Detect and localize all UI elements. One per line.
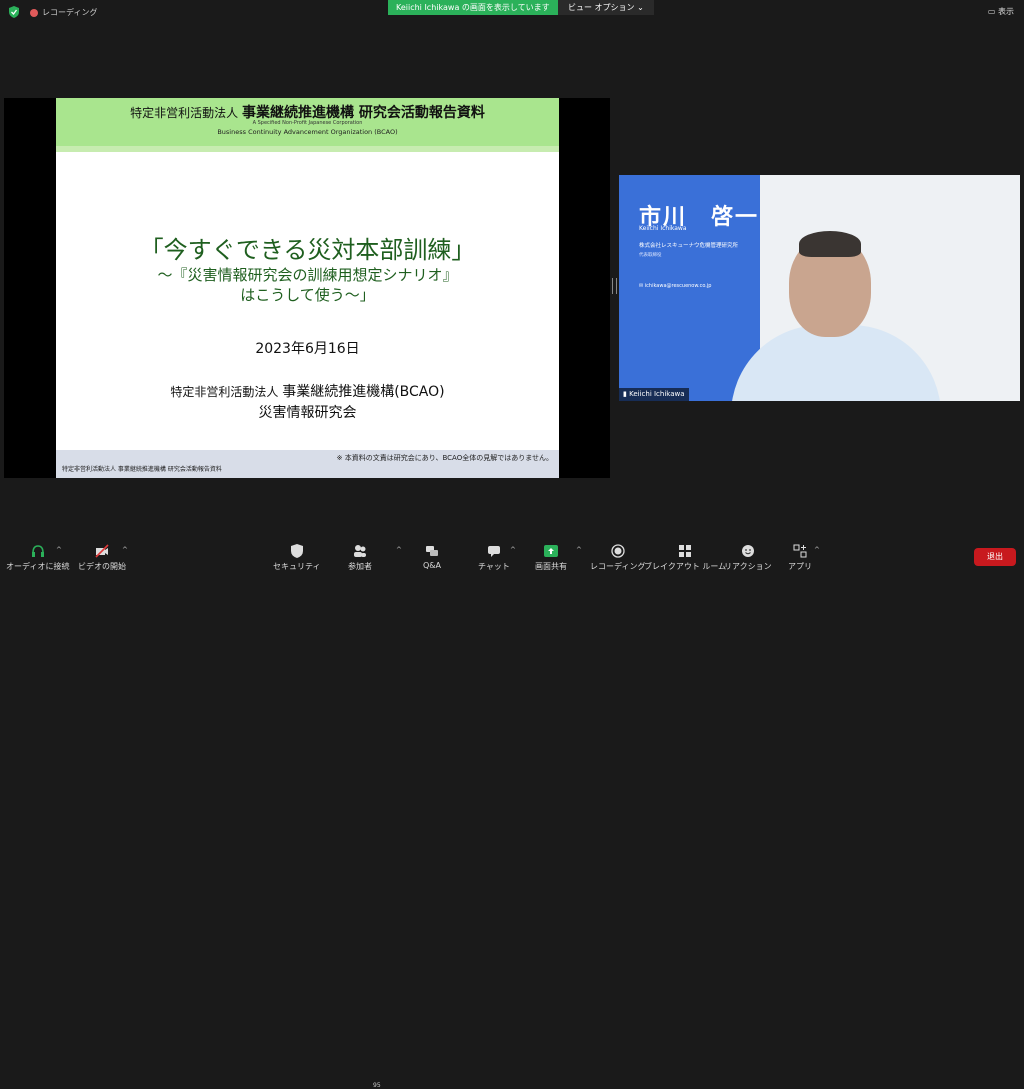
- bg-name-roman: Keiichi Ichikawa: [639, 225, 687, 232]
- reactions-button[interactable]: リアクション: [724, 544, 772, 572]
- apps-button[interactable]: アプリ: [788, 544, 812, 572]
- security-button[interactable]: セキュリティ: [273, 544, 321, 572]
- display-label: 表示: [998, 7, 1014, 16]
- qa-icon: [426, 546, 438, 556]
- footer-left: 特定非営利活動法人 事業継続推進機構 研究会活動報告資料: [62, 466, 222, 473]
- display-button[interactable]: ▭ 表示: [988, 6, 1014, 17]
- slide-title: 「今すぐできる災対本部訓練」: [139, 236, 476, 264]
- top-bar: レコーディング Keiichi Ichikawa の画面を表示しています ビュー…: [0, 0, 1024, 26]
- org-type: 特定非営利活動法人: [170, 385, 279, 399]
- display-icon: ▭: [987, 7, 996, 16]
- security-icon: [290, 544, 303, 558]
- qa-button[interactable]: Q&A: [423, 544, 441, 570]
- participant-name: Keiichi Ichikawa: [629, 390, 685, 398]
- header-english-line1: A Specified Non-Profit Japanese Corporat…: [252, 120, 363, 126]
- reactions-label: リアクション: [724, 562, 772, 571]
- chat-label: チャット: [478, 562, 510, 571]
- slide-organization: 特定非営利活動法人 事業継続推進機構(BCAO): [56, 381, 559, 401]
- recording-label: レコーディング: [42, 8, 98, 17]
- security-shield-icon: [9, 6, 19, 18]
- recording-indicator[interactable]: レコーディング: [30, 7, 97, 18]
- participants-button[interactable]: 参加者: [348, 544, 372, 572]
- shared-screen: 特定非営利活動法人 事業継続推進機構 研究会活動報告資料 A Specified…: [4, 98, 610, 478]
- share-screen-label: 画面共有: [535, 562, 567, 571]
- view-options-label: ビュー オプション: [568, 3, 635, 12]
- slide-subtitle-2: はこうして使う～」: [240, 286, 375, 304]
- view-options-button[interactable]: ビュー オプション ⌄: [558, 0, 654, 15]
- participant-nametag: ▮ Keiichi Ichikawa: [619, 388, 689, 401]
- bg-company: 株式会社レスキューナウ危機管理研究所: [639, 243, 739, 249]
- header-org-type: 特定非営利活動法人: [130, 106, 239, 120]
- audio-caret-icon[interactable]: ^: [56, 546, 62, 554]
- video-button[interactable]: ビデオの開始: [78, 544, 126, 572]
- bg-email: ✉ ichikawa@rescuenow.co.jp: [639, 283, 711, 289]
- record-label: レコーディング: [590, 562, 646, 571]
- chat-icon: [487, 546, 500, 557]
- record-icon: [611, 544, 625, 558]
- video-label: ビデオの開始: [78, 562, 126, 571]
- org-name: 事業継続推進機構(BCAO): [282, 384, 445, 400]
- breakout-label: ブレイクアウト ルーム: [644, 562, 727, 571]
- share-screen-button[interactable]: 画面共有: [535, 544, 567, 572]
- video-caret-icon[interactable]: ^: [122, 546, 128, 554]
- participants-icon: [354, 545, 366, 557]
- participant-video[interactable]: 市川 啓一 Keiichi Ichikawa 株式会社レスキューナウ危機管理研究…: [619, 175, 1020, 401]
- mail-icon: ✉: [639, 283, 644, 289]
- bg-role: 代表取締役: [639, 253, 662, 258]
- leave-button[interactable]: 退出: [974, 548, 1016, 566]
- chat-caret-icon[interactable]: ^: [510, 546, 516, 554]
- screen-share-banner: Keiichi Ichikawa の画面を表示しています: [388, 0, 558, 15]
- breakout-button[interactable]: ブレイクアウト ルーム: [644, 544, 726, 572]
- breakout-icon: [679, 545, 692, 557]
- share-caret-icon[interactable]: ^: [576, 546, 582, 554]
- slide-page: 特定非営利活動法人 事業継続推進機構 研究会活動報告資料 A Specified…: [56, 98, 559, 478]
- apps-label: アプリ: [788, 562, 812, 571]
- signal-icon: ▮: [623, 390, 627, 398]
- slide-subtitle-1: ～『災害情報研究会の訓練用想定シナリオ』: [157, 266, 458, 284]
- security-label: セキュリティ: [273, 562, 321, 571]
- footer-note: ※ 本資料の文責は研究会にあり、BCAO全体の見解ではありません。: [336, 454, 553, 462]
- reactions-icon: [741, 545, 754, 557]
- share-screen-icon: [544, 545, 558, 557]
- slide-header-title: 特定非営利活動法人 事業継続推進機構 研究会活動報告資料: [56, 102, 559, 122]
- recording-dot-icon: [30, 8, 38, 17]
- apps-icon: [793, 544, 807, 558]
- header-org-name: 事業継続推進機構 研究会活動報告資料: [241, 105, 485, 121]
- meeting-toolbar: オーディオに接続 ^ ビデオの開始 ^ セキュリティ 参加者 95 ^ Q&A …: [0, 536, 1024, 1089]
- qa-label: Q&A: [423, 561, 442, 570]
- participants-count: 95: [373, 1082, 381, 1089]
- slide-department: 災害情報研究会: [258, 405, 357, 421]
- headphones-icon: [31, 545, 44, 557]
- record-button[interactable]: レコーディング: [590, 544, 645, 572]
- chat-button[interactable]: チャット: [478, 544, 510, 572]
- apps-caret-icon[interactable]: ^: [814, 546, 820, 554]
- slide-header-band: [56, 146, 559, 152]
- slide-date: 2023年6月16日: [255, 341, 360, 357]
- bg-email-text: ichikawa@rescuenow.co.jp: [644, 283, 712, 289]
- resize-handle[interactable]: [612, 278, 617, 294]
- slide-footer: ※ 本資料の文責は研究会にあり、BCAO全体の見解ではありません。 特定非営利活…: [56, 450, 559, 478]
- video-off-icon: [95, 544, 109, 558]
- person-hair: [799, 231, 861, 257]
- participants-caret-icon[interactable]: ^: [396, 546, 402, 554]
- header-english-line2: Business Continuity Advancement Organiza…: [217, 128, 398, 136]
- participants-label: 参加者: [348, 562, 372, 571]
- slide-header: 特定非営利活動法人 事業継続推進機構 研究会活動報告資料 A Specified…: [56, 98, 559, 146]
- audio-label: オーディオに接続: [6, 562, 70, 571]
